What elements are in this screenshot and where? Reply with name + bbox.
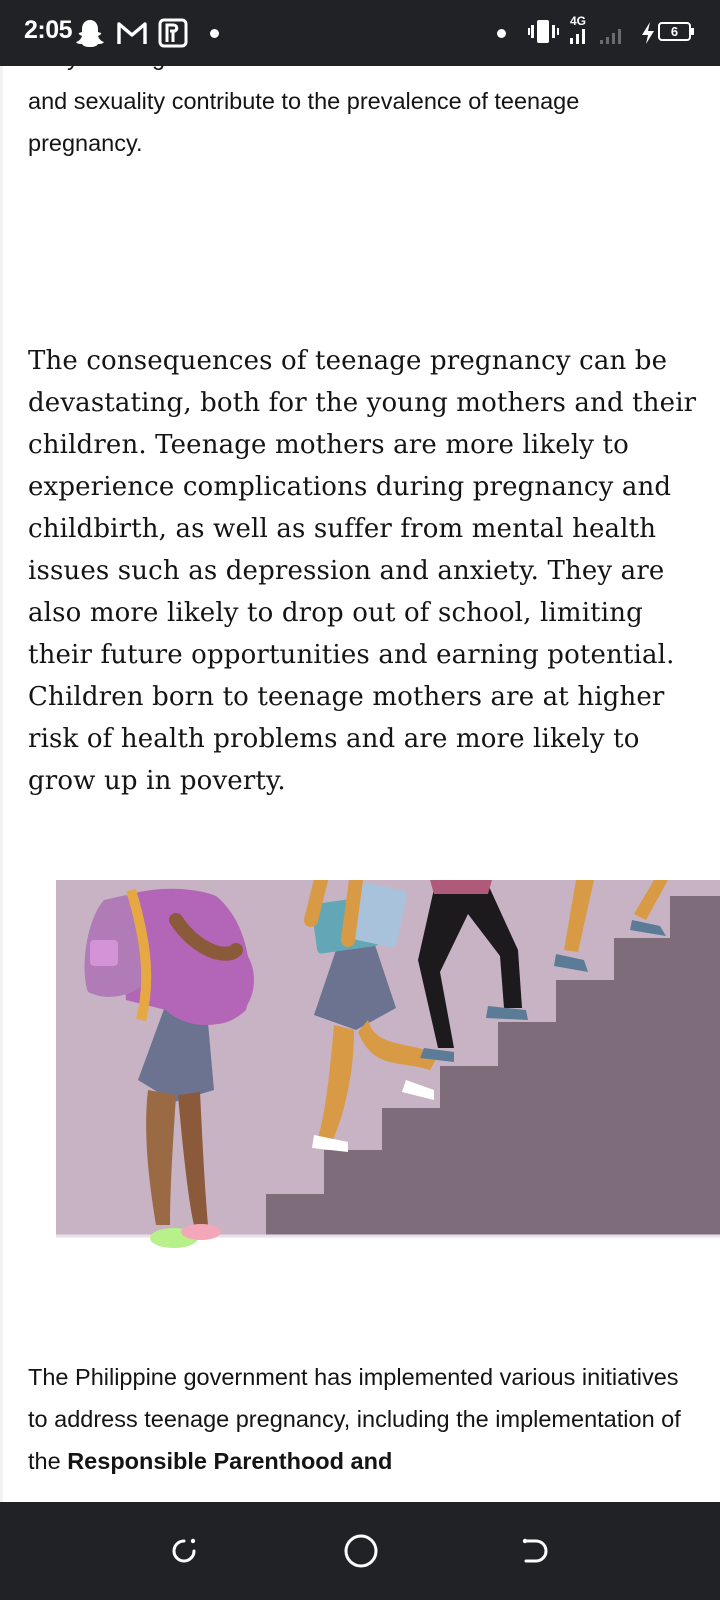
gmail-icon [117,22,147,44]
snapchat-icon [76,20,104,47]
intro-paragraph: and sexuality contribute to the prevalen… [28,88,580,156]
teenage-pregnancy-illustration [56,880,720,1248]
back-button[interactable] [510,1526,560,1576]
status-dot [497,29,506,38]
signal-icon [570,29,621,44]
home-button[interactable] [336,1526,386,1576]
consequences-paragraph: The consequences of teenage pregnancy ca… [28,346,697,796]
battery-tip [691,28,694,35]
navigation-bar [0,1502,720,1600]
vibrate-icon [528,20,559,43]
article-content[interactable]: early marriage and conservative attitude… [0,66,720,1502]
rh-law-bold: Responsible Parenthood and [67,1448,393,1474]
intro-fragment-cut: early marriage and conservative attitude… [28,66,688,78]
home-icon [344,1534,378,1568]
charging-icon [642,22,654,44]
notification-dot [210,29,219,38]
paypal-icon [158,18,188,48]
recents-button[interactable] [160,1526,210,1576]
government-paragraph: The Philippine government has implemente… [28,1356,688,1482]
battery-icon: 6 [658,22,691,41]
status-time: 2:05 [24,16,73,44]
content-margin [0,66,3,1502]
battery-level: 6 [670,24,679,39]
back-icon [522,1538,548,1563]
status-bar: 2:05 4G 6 [0,0,720,66]
recents-icon [172,1538,196,1563]
network-type: 4G [570,14,587,28]
